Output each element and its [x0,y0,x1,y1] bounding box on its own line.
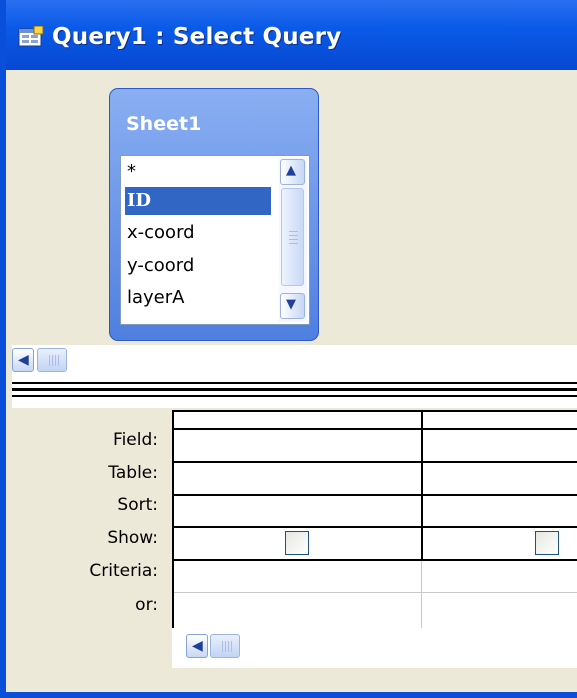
scroll-thumb[interactable] [281,188,304,286]
table-pane-horizontal-scrollbar[interactable]: ◀ [12,345,577,378]
row-label-field: Field: [113,430,158,450]
field-item-x-coord[interactable]: x-coord [125,219,271,247]
query-window-icon [18,26,44,47]
field-item-layera[interactable]: layerA [125,284,271,312]
pane-splitter[interactable] [12,378,577,408]
horizontal-scroll-thumb[interactable] [37,348,67,372]
chevron-left-icon: ◀ [192,638,203,654]
row-label-criteria: Criteria: [89,561,158,581]
table-title[interactable]: Sheet1 [126,113,201,135]
grid-scroll-left-button[interactable]: ◀ [186,634,208,658]
show-checkbox-column-1[interactable] [285,531,309,555]
chevron-left-icon: ◀ [18,352,29,368]
design-grid-pane: Field: Table: Sort: Show: Criteria: or: … [12,408,577,692]
row-label-or: or: [135,595,158,615]
field-list[interactable]: * ID x-coord y-coord layerA ▲ ▼ [120,155,310,325]
title-bar[interactable]: Query1 : Select Query [6,0,577,70]
field-list-scrollbar[interactable]: ▲ ▼ [279,158,307,322]
chevron-down-icon: ▼ [286,297,296,312]
table-field-list-window[interactable]: Sheet1 * ID x-coord y-coord layerA ▲ ▼ [109,88,319,341]
row-label-table: Table: [108,463,158,483]
field-item-all[interactable]: * [125,158,271,186]
field-item-id[interactable]: ID [125,187,271,215]
row-label-show: Show: [107,528,158,548]
grid-horizontal-scrollbar[interactable]: ◀ [172,628,577,668]
window-title: Query1 : Select Query [52,24,342,50]
scroll-left-button[interactable]: ◀ [12,348,34,372]
grid-scroll-thumb[interactable] [210,634,240,658]
chevron-up-icon: ▲ [286,163,296,178]
query-design-grid[interactable] [172,410,577,628]
field-item-y-coord[interactable]: y-coord [125,252,271,280]
scroll-up-button[interactable]: ▲ [280,159,305,185]
query-window: Query1 : Select Query Sheet1 * ID x-coor… [0,0,577,698]
row-label-sort: Sort: [117,495,158,515]
scroll-down-button[interactable]: ▼ [280,293,305,319]
show-checkbox-column-2[interactable] [535,531,559,555]
